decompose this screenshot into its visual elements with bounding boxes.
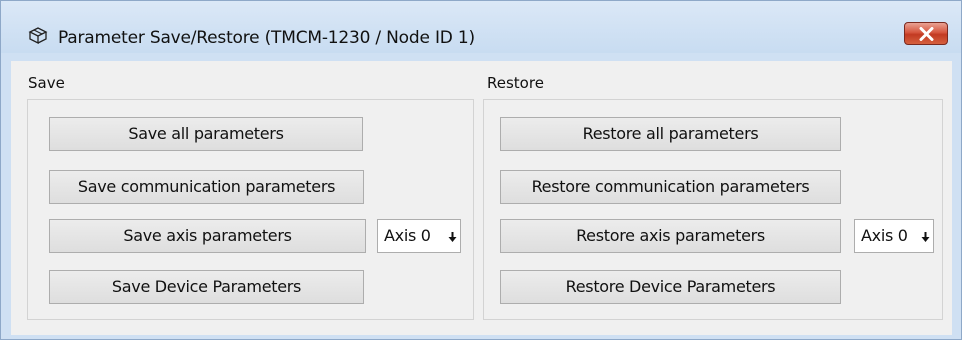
box-icon	[28, 26, 48, 45]
save-communication-parameters-button[interactable]: Save communication parameters	[49, 170, 364, 204]
close-button[interactable]	[904, 22, 948, 45]
save-section-label: Save	[28, 74, 65, 92]
window-title: Parameter Save/Restore (TMCM-1230 / Node…	[58, 28, 475, 48]
close-icon	[919, 27, 934, 41]
dialog-client-area: Save Save all parameters Save communicat…	[11, 61, 952, 335]
save-axis-parameters-button[interactable]: Save axis parameters	[49, 219, 366, 253]
save-axis-select-value: Axis 0	[384, 226, 431, 245]
save-device-parameters-button[interactable]: Save Device Parameters	[49, 270, 364, 304]
arrow-down-icon	[921, 232, 930, 242]
restore-axis-select[interactable]: Axis 0	[854, 219, 934, 253]
parameter-save-restore-window: Parameter Save/Restore (TMCM-1230 / Node…	[0, 0, 962, 340]
restore-group-box: Restore all parameters Restore communica…	[483, 99, 943, 320]
save-all-parameters-button[interactable]: Save all parameters	[49, 117, 363, 151]
title-bar[interactable]: Parameter Save/Restore (TMCM-1230 / Node…	[1, 1, 961, 53]
arrow-down-icon	[448, 232, 457, 242]
restore-device-parameters-button[interactable]: Restore Device Parameters	[500, 270, 841, 304]
restore-axis-select-value: Axis 0	[861, 226, 908, 245]
restore-communication-parameters-button[interactable]: Restore communication parameters	[500, 170, 841, 204]
restore-all-parameters-button[interactable]: Restore all parameters	[500, 117, 841, 151]
save-group-box: Save all parameters Save communication p…	[27, 99, 474, 320]
restore-section-label: Restore	[487, 74, 544, 92]
restore-axis-parameters-button[interactable]: Restore axis parameters	[500, 219, 841, 253]
save-axis-select[interactable]: Axis 0	[377, 219, 461, 253]
